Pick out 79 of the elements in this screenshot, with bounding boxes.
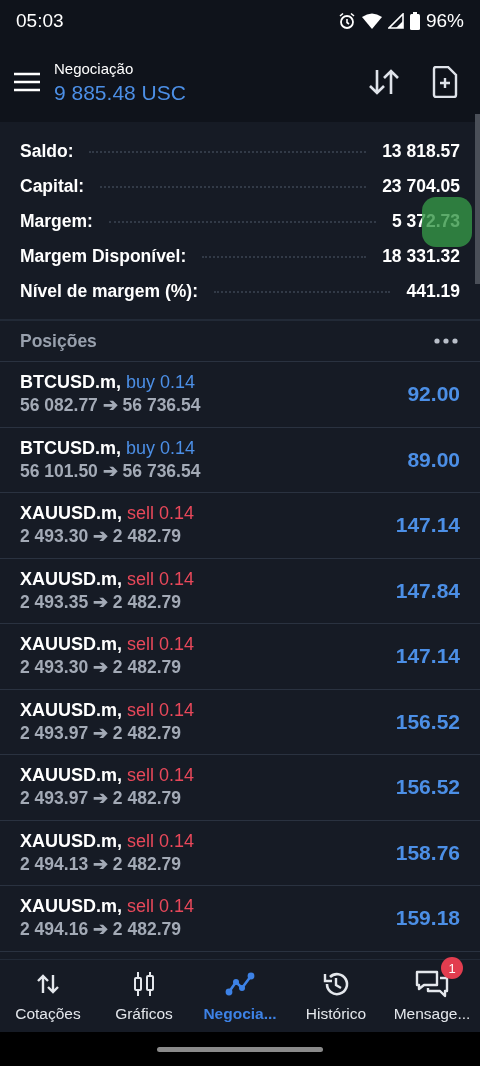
more-icon[interactable] [434,338,458,344]
summary-label: Capital: [20,176,85,197]
summary-value: 13 818.57 [382,141,460,162]
position-row[interactable]: XAUUSD.m, sell 0.14 2 493.97 ➔ 2 482.79 156.52 [0,689,480,755]
position-row[interactable]: XAUUSD.m, sell 0.14 2 494.16 ➔ 2 482.79 159.18 [0,886,480,952]
position-profit: 159.18 [395,906,460,931]
position-side: sell 0.14 [127,634,195,656]
position-prices: 56 082.77 ➔ 56 736.54 [20,395,201,417]
battery-percent: 96% [425,10,464,32]
nav-tab[interactable]: Gráficos [96,960,192,1032]
summary-value: 18 331.32 [382,246,460,267]
position-symbol: XAUUSD.m, [20,699,122,721]
position-row[interactable]: BTCUSD.m, buy 0.14 56 101.50 ➔ 56 736.54 89.00 [0,427,480,493]
account-balance: 9 885.48 USC [54,80,187,105]
position-side: sell 0.14 [127,699,195,721]
position-prices: 2 493.30 ➔ 2 482.79 [20,657,182,679]
position-prices: 2 494.16 ➔ 2 482.79 [20,919,182,941]
position-prices: 2 493.30 ➔ 2 482.79 [20,526,182,548]
position-side: sell 0.14 [127,765,195,787]
chat-icon [415,969,449,999]
position-side: buy 0.14 [126,372,196,394]
position-profit: 156.52 [395,709,460,734]
position-side: sell 0.14 [127,830,195,852]
position-symbol: XAUUSD.m, [20,503,122,525]
nav-tab[interactable]: Cotações [0,960,96,1032]
battery-icon [409,12,420,30]
position-symbol: XAUUSD.m, [20,896,122,918]
sort-icon[interactable] [368,68,400,96]
position-profit: 147.14 [395,513,460,538]
position-symbol: XAUUSD.m, [20,634,122,656]
position-symbol: XAUUSD.m, [20,568,122,590]
summary-label: Margem Disponível: [20,246,187,267]
position-side: sell 0.14 [127,503,195,525]
position-row[interactable]: XAUUSD.m, sell 0.14 2 493.30 ➔ 2 482.79 147.14 [0,493,480,559]
menu-icon[interactable] [14,72,40,92]
position-profit: 89.00 [407,447,460,472]
position-row[interactable]: XAUUSD.m, sell 0.14 2 493.97 ➔ 2 482.79 156.52 [0,755,480,821]
status-time: 05:03 [16,10,64,32]
nav-tab[interactable]: 1 Mensage... [384,960,480,1032]
notification-badge: 1 [441,957,463,979]
screen-title: Negociação [54,59,135,77]
summary-label: Nível de margem (%): [20,281,198,302]
position-profit: 147.14 [395,644,460,669]
nav-tab[interactable]: Negocia... [192,960,288,1032]
position-row[interactable]: XAUUSD.m, sell 0.14 2 493.30 ➔ 2 482.79 147.14 [0,624,480,690]
new-order-icon[interactable] [432,66,458,98]
position-side: buy 0.14 [126,437,196,459]
home-indicator[interactable] [157,1046,323,1052]
position-row[interactable]: BTCUSD.m, buy 0.14 56 082.77 ➔ 56 736.54 92.00 [0,362,480,428]
position-profit: 147.84 [395,578,460,603]
position-profit: 92.00 [407,382,460,407]
nav-tab[interactable]: Histórico [288,960,384,1032]
summary-label: Saldo: [20,141,74,162]
line-chart-icon [225,972,255,996]
position-profit: 158.76 [395,840,460,865]
position-symbol: XAUUSD.m, [20,765,122,787]
signal-icon [387,13,404,29]
position-prices: 56 101.50 ➔ 56 736.54 [20,460,201,482]
position-prices: 2 493.97 ➔ 2 482.79 [20,722,182,744]
alarm-icon [337,12,356,30]
position-symbol: XAUUSD.m, [20,830,122,852]
position-side: sell 0.14 [127,568,195,590]
section-title: Posições [20,330,97,352]
summary-value: 441.19 [406,281,460,302]
summary-label: Margem: [20,211,93,232]
summary-value: 23 704.05 [382,176,460,197]
position-row[interactable]: XAUUSD.m, sell 0.14 2 493.35 ➔ 2 482.79 147.84 [0,558,480,624]
position-prices: 2 494.13 ➔ 2 482.79 [20,853,182,875]
up-down-arrows-icon [36,973,60,995]
position-row[interactable]: XAUUSD.m, sell 0.14 2 494.13 ➔ 2 482.79 158.76 [0,820,480,886]
position-symbol: BTCUSD.m, [20,372,121,394]
candlestick-icon [132,971,156,997]
history-icon [322,970,350,998]
position-symbol: BTCUSD.m, [20,437,121,459]
position-side: sell 0.14 [127,896,195,918]
position-prices: 2 493.35 ➔ 2 482.79 [20,591,182,613]
wifi-icon [361,13,382,29]
position-profit: 156.52 [395,775,460,800]
position-prices: 2 493.97 ➔ 2 482.79 [20,788,182,810]
